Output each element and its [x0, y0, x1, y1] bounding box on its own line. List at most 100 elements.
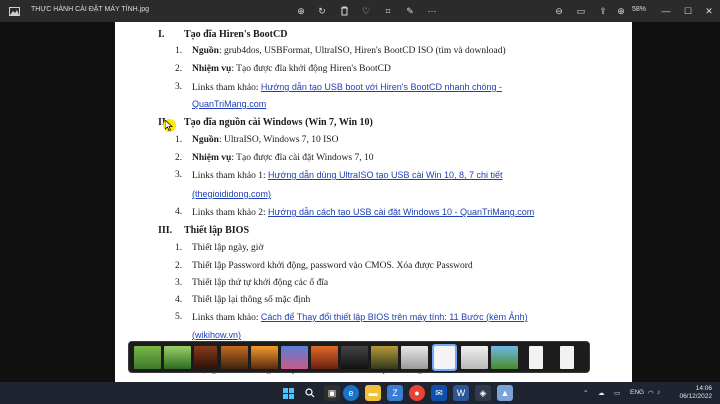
- item-number: 2.: [175, 153, 183, 163]
- item-text: Links tham khảo: Hướng dẫn tạo USB boot …: [192, 82, 502, 93]
- store-icon[interactable]: ◈: [475, 385, 491, 401]
- item-value: : Tạo được đĩa cài đặt Windows 7, 10: [231, 153, 374, 163]
- thumbnail[interactable]: [341, 346, 368, 369]
- item-prefix: Links tham khảo:: [192, 313, 261, 323]
- minimize-icon[interactable]: —: [660, 5, 672, 17]
- ultraiso-usb-link[interactable]: Hướng dẫn dùng UltraISO tạo USB cài Win …: [268, 170, 503, 180]
- edge-icon[interactable]: e: [343, 385, 359, 401]
- close-icon[interactable]: ✕: [703, 5, 715, 17]
- thumbnail[interactable]: [221, 346, 248, 369]
- chevron-up-icon[interactable]: ⌃: [583, 389, 588, 397]
- thumbnail[interactable]: [491, 346, 518, 369]
- file-explorer-icon[interactable]: ▬: [365, 385, 381, 401]
- zoom-level[interactable]: 58%: [632, 6, 646, 13]
- item-value: : Tạo được đĩa khởi động Hiren's BootCD: [231, 64, 391, 74]
- item-number: 2.: [175, 64, 183, 74]
- favorite-icon[interactable]: ♡: [360, 5, 372, 17]
- item-value: : grub4dos, USBFormat, UltraISO, Hiren's…: [218, 46, 506, 56]
- item-text: Thiết lập lại thông số mặc định: [192, 295, 311, 305]
- ultraiso-usb-link-cont[interactable]: (thegioididong.com): [192, 189, 271, 199]
- clock-time: 14:06: [695, 385, 712, 392]
- item-text: Thiết lập ngày, giờ: [192, 243, 264, 253]
- battery-icon: ▭: [614, 390, 621, 397]
- item-text: Thiết lập Password khởi động, password v…: [192, 261, 473, 271]
- item-text: Thiết lập thứ tự khởi động các ổ đĩa: [192, 278, 329, 288]
- bios-settings-link-cont[interactable]: (wikihow.vn): [192, 330, 241, 340]
- search-icon[interactable]: [302, 385, 318, 401]
- item-text: Nguồn: grub4dos, USBFormat, UltraISO, Hi…: [192, 46, 506, 56]
- zoom-out-icon[interactable]: ⊖: [553, 5, 565, 17]
- zoom-in-icon[interactable]: ⊕: [295, 5, 307, 17]
- item-text: Nhiệm vụ: Tạo được đĩa khởi động Hiren's…: [192, 64, 391, 74]
- item-label: Nguồn: [192, 46, 219, 56]
- section-title: Tạo đĩa nguồn cài Windows (Win 7, Win 10…: [184, 117, 373, 128]
- item-text: Links tham khảo 2: Hướng dẫn cách tạo US…: [192, 207, 534, 218]
- thumbnail[interactable]: [134, 346, 161, 369]
- item-value: : UltraISO, Windows 7, 10 ISO: [218, 135, 339, 145]
- item-label: Nhiệm vụ: [192, 64, 232, 74]
- item-label: Nguồn: [192, 135, 219, 145]
- item-text: Nhiệm vụ: Tạo được đĩa cài đặt Windows 7…: [192, 153, 373, 163]
- thumbnail[interactable]: [371, 346, 398, 369]
- item-prefix: Links tham khảo 2:: [192, 208, 268, 218]
- volume-icon[interactable]: ♪: [657, 389, 660, 396]
- item-prefix: Links tham khảo 1:: [192, 171, 268, 181]
- hiren-bootcd-link-cont[interactable]: QuanTriMang.com: [192, 99, 266, 109]
- section-title: Thiết lập BIOS: [184, 225, 250, 236]
- thumbnail[interactable]: [529, 346, 543, 369]
- item-text: Nguồn: UltraISO, Windows 7, 10 ISO: [192, 135, 338, 145]
- thumbnail[interactable]: [251, 346, 278, 369]
- item-number: 5.: [175, 312, 183, 322]
- edit-icon[interactable]: ✎: [404, 5, 416, 17]
- item-number: 3.: [175, 278, 183, 288]
- taskbar: ▣ e ▬ Z ● ✉ W ◈ ▲ ⌃ ☁ ▭ ENG ◠ ♪ 14:06 06…: [0, 382, 720, 404]
- thumbnail[interactable]: [194, 346, 217, 369]
- section-title: Tạo đĩa Hiren's BootCD: [184, 29, 288, 40]
- chrome-icon[interactable]: ●: [409, 385, 425, 401]
- delete-icon[interactable]: [338, 5, 350, 17]
- cloud-icon[interactable]: ☁: [598, 389, 605, 397]
- thumbnail[interactable]: [281, 346, 308, 369]
- more-icon[interactable]: ⋯: [426, 5, 438, 17]
- item-number: 2.: [175, 261, 183, 271]
- item-number: 3.: [175, 82, 183, 92]
- fit-icon[interactable]: ▭: [575, 5, 587, 17]
- thumbnail-selected[interactable]: [432, 344, 457, 371]
- bios-settings-link[interactable]: Cách để Thay đổi thiết lập BIOS trên máy…: [261, 312, 528, 322]
- thumbnail[interactable]: [164, 346, 191, 369]
- wifi-icon[interactable]: ◠: [648, 389, 654, 397]
- list-item-continuation: (thegioididong.com): [192, 189, 271, 200]
- image-icon: [8, 5, 20, 17]
- item-text: Links tham khảo 1: Hướng dẫn dùng UltraI…: [192, 170, 503, 181]
- word-icon[interactable]: W: [453, 385, 469, 401]
- hiren-bootcd-link[interactable]: Hướng dẫn tạo USB boot với Hiren's BootC…: [261, 82, 502, 92]
- language-indicator[interactable]: ENG: [630, 389, 644, 396]
- list-item-continuation: QuanTriMang.com: [192, 99, 266, 110]
- list-item-continuation: (wikihow.vn): [192, 330, 241, 341]
- zalo-icon[interactable]: Z: [387, 385, 403, 401]
- clock[interactable]: 14:06 06/12/2022: [668, 385, 712, 401]
- mail-icon[interactable]: ✉: [431, 385, 447, 401]
- rotate-icon[interactable]: ↻: [316, 5, 328, 17]
- thumbnail[interactable]: [560, 346, 574, 369]
- item-prefix: Links tham khảo:: [192, 83, 261, 93]
- section-number: III.: [158, 225, 173, 236]
- photos-icon[interactable]: ▲: [497, 385, 513, 401]
- document-page: I. Tạo đĩa Hiren's BootCD 1. Nguồn: grub…: [115, 22, 632, 382]
- mouse-cursor-highlight: [163, 119, 176, 132]
- item-number: 4.: [175, 295, 183, 305]
- crop-icon[interactable]: ⌗: [382, 5, 394, 17]
- item-number: 1.: [175, 135, 183, 145]
- task-view-icon[interactable]: ▣: [324, 385, 340, 401]
- filmstrip[interactable]: [128, 341, 590, 373]
- item-label: Nhiệm vụ: [192, 153, 232, 163]
- zoom-in-icon[interactable]: ⊕: [615, 5, 627, 17]
- thumbnail[interactable]: [461, 346, 488, 369]
- share-icon[interactable]: ⇪: [597, 5, 609, 17]
- thumbnail[interactable]: [311, 346, 338, 369]
- item-number: 1.: [175, 46, 183, 56]
- windows10-usb-link[interactable]: Hướng dẫn cách tạo USB cài đặt Windows 1…: [268, 207, 534, 217]
- start-icon[interactable]: [280, 385, 296, 401]
- thumbnail[interactable]: [401, 346, 428, 369]
- maximize-icon[interactable]: ☐: [682, 5, 694, 17]
